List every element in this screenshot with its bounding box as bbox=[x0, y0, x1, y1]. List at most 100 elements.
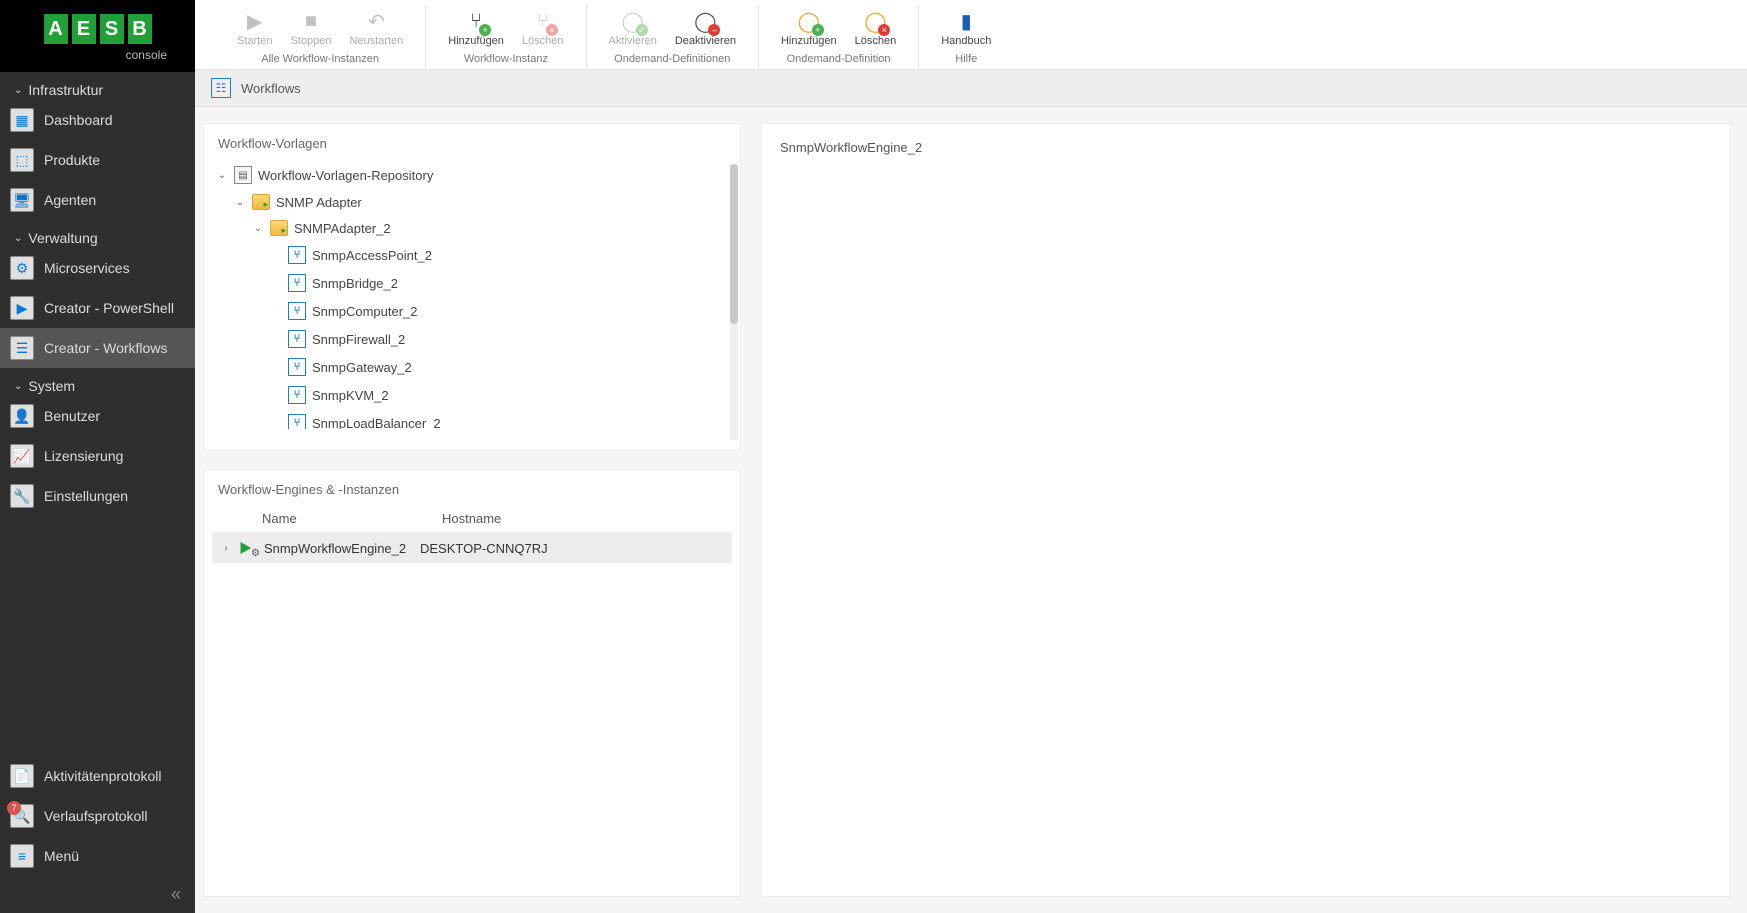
activate-defs-icon: ◯✓ bbox=[620, 8, 646, 34]
add-def-icon: ◯+ bbox=[796, 8, 822, 34]
menu-icon: ≡ bbox=[10, 844, 34, 868]
tree-folder-snmp-adapter[interactable]: ⌄ SNMP Adapter bbox=[212, 189, 732, 215]
stop-all-button: ■Stoppen bbox=[282, 6, 339, 49]
ribbon-group: ⑂+Hinzufügen⑂×LöschenWorkflow-Instanz bbox=[426, 4, 586, 69]
tree-leaf-SnmpComputer_2[interactable]: ⑂SnmpComputer_2 bbox=[212, 297, 732, 325]
deactivate-defs-button[interactable]: ◯–Deaktivieren bbox=[667, 6, 744, 49]
templates-panel: Workflow-Vorlagen ⌄ ▤ Workflow-Vorlagen-Re… bbox=[203, 123, 741, 451]
creator-powershell-icon: ▶ bbox=[10, 296, 34, 320]
stop-all-icon: ■ bbox=[298, 8, 324, 34]
sidebar-item-label: Produkte bbox=[44, 152, 100, 168]
ribbon-label: Aktivieren bbox=[609, 35, 657, 47]
ribbon-group-label: Workflow-Instanz bbox=[440, 53, 571, 65]
gear-icon: ⚙ bbox=[251, 548, 260, 559]
breadcrumb: ☷ Workflows bbox=[195, 70, 1747, 107]
col-host: Hostname bbox=[442, 511, 501, 526]
dashboard-icon: ▦ bbox=[10, 108, 34, 132]
nav-section-infrastruktur[interactable]: ⌄Infrastruktur bbox=[0, 72, 195, 100]
tree-toggle-icon[interactable]: ⌄ bbox=[216, 170, 228, 181]
tree-label: SnmpBridge_2 bbox=[312, 276, 398, 291]
brand-subtitle: console bbox=[0, 48, 195, 62]
tree-label: SNMPAdapter_2 bbox=[294, 221, 391, 236]
tree-label: SnmpLoadBalancer_2 bbox=[312, 416, 441, 430]
repo-icon: ▤ bbox=[234, 166, 252, 184]
ribbon-group-label: Ondemand-Definitionen bbox=[601, 53, 744, 65]
delete-def-button[interactable]: ◯×Löschen bbox=[847, 6, 905, 49]
ribbon-label: Hinzufügen bbox=[448, 35, 504, 47]
tree-leaf-SnmpKVM_2[interactable]: ⑂ SnmpKVM_2 bbox=[212, 381, 732, 409]
sidebar-item-label: Microservices bbox=[44, 260, 130, 276]
ribbon-group: ▮HandbuchHilfe bbox=[919, 4, 1013, 69]
ribbon-group: ◯✓Aktivieren ◯–Deaktivieren Ondemand-Defin… bbox=[587, 4, 759, 69]
templates-tree: ⌄ ▤ Workflow-Vorlagen-Repository ⌄ SNMP Adap… bbox=[212, 161, 732, 429]
tree-leaf-SnmpAccessPoint_2[interactable]: ⑂SnmpAccessPoint_2 bbox=[212, 241, 732, 269]
sidebar-item-label: Creator - PowerShell bbox=[44, 300, 174, 316]
sidebar-item-dashboard[interactable]: ▦ Dashboard bbox=[0, 100, 195, 140]
sidebar-item-creator-powershell[interactable]: ▶ Creator - PowerShell bbox=[0, 288, 195, 328]
sidebar-item-agents[interactable]: 🖥Agenten bbox=[0, 180, 195, 220]
ribbon-label: Neustarten bbox=[349, 35, 403, 47]
folder-icon bbox=[270, 220, 288, 236]
tree-leaf-SnmpLoadBalancer_2[interactable]: ⑂ SnmpLoadBalancer_2 bbox=[212, 409, 732, 429]
start-all-icon: ▶ bbox=[242, 8, 268, 34]
workflow-icon: ⑂ bbox=[288, 414, 306, 429]
ribbon-label: Löschen bbox=[855, 35, 897, 47]
tree-folder-snmpadapter2[interactable]: ⌄ SNMPAdapter_2 bbox=[212, 215, 732, 241]
tree-label: SnmpKVM_2 bbox=[312, 388, 389, 403]
sidebar-item-history-log[interactable]: 🔍7Verlaufsprotokoll bbox=[0, 796, 195, 836]
engine-row[interactable]: ›⚙SnmpWorkflowEngine_2DESKTOP-CNNQ7RJ bbox=[212, 533, 732, 563]
sidebar-item-label: Menü bbox=[44, 848, 79, 864]
tree-leaf-SnmpBridge_2[interactable]: ⑂ SnmpBridge_2 bbox=[212, 269, 732, 297]
detail-title: SnmpWorkflowEngine_2 bbox=[770, 134, 1722, 161]
tree-leaf-SnmpFirewall_2[interactable]: ⑂SnmpFirewall_2 bbox=[212, 325, 732, 353]
expand-icon[interactable]: › bbox=[216, 543, 236, 554]
workflow-icon: ⑂ bbox=[288, 274, 306, 292]
tree-label: SnmpGateway_2 bbox=[312, 360, 412, 375]
engine-host: DESKTOP-CNNQ7RJ bbox=[420, 541, 548, 556]
templates-title: Workflow-Vorlagen bbox=[212, 134, 732, 161]
tree-label: SnmpFirewall_2 bbox=[312, 332, 405, 347]
users-icon: 👤 bbox=[10, 404, 34, 428]
add-def-button[interactable]: ◯+Hinzufügen bbox=[773, 6, 845, 49]
manual-button[interactable]: ▮Handbuch bbox=[933, 6, 999, 49]
nav-section-system[interactable]: ⌄System bbox=[0, 368, 195, 396]
sidebar-item-microservices[interactable]: ⚙ Microservices bbox=[0, 248, 195, 288]
agents-icon: 🖥 bbox=[10, 188, 34, 212]
activity-log-icon: 📄 bbox=[10, 764, 34, 788]
sidebar-item-licensing[interactable]: 📈Lizensierung bbox=[0, 436, 195, 476]
delete-instance-icon: ⑂× bbox=[530, 8, 556, 34]
sidebar-item-activity-log[interactable]: 📄 Aktivitätenprotokoll bbox=[0, 756, 195, 796]
collapse-sidebar-button[interactable]: « bbox=[0, 876, 195, 913]
sidebar-item-settings[interactable]: 🔧Einstellungen bbox=[0, 476, 195, 516]
add-instance-button[interactable]: ⑂+Hinzufügen bbox=[440, 6, 512, 49]
nav-section-verwaltung[interactable]: ⌄Verwaltung bbox=[0, 220, 195, 248]
ribbon-group: ◯+Hinzufügen◯×LöschenOndemand-Definition bbox=[759, 4, 919, 69]
tree-toggle-icon[interactable]: ⌄ bbox=[234, 197, 246, 208]
products-icon: ⬚ bbox=[10, 148, 34, 172]
ribbon-label: Deaktivieren bbox=[675, 35, 736, 47]
tree-label: Workflow-Vorlagen-Repository bbox=[258, 168, 433, 183]
sidebar-item-users[interactable]: 👤Benutzer bbox=[0, 396, 195, 436]
sidebar-item-label: Dashboard bbox=[44, 112, 113, 128]
sidebar-item-creator-workflows[interactable]: ☰Creator - Workflows bbox=[0, 328, 195, 368]
sidebar: A E S B console ⌄Infrastruktur ▦ Dashboard… bbox=[0, 0, 195, 913]
breadcrumb-label: Workflows bbox=[241, 81, 301, 96]
brand: A E S B console bbox=[0, 0, 195, 72]
tree-label: SNMP Adapter bbox=[276, 195, 362, 210]
sidebar-item-label: Verlaufsprotokoll bbox=[44, 808, 148, 824]
engines-title: Workflow-Engines & -Instanzen bbox=[212, 480, 732, 507]
tree-leaf-SnmpGateway_2[interactable]: ⑂SnmpGateway_2 bbox=[212, 353, 732, 381]
sidebar-item-products[interactable]: ⬚ Produkte bbox=[0, 140, 195, 180]
tree-scrollbar[interactable] bbox=[730, 164, 738, 440]
workflow-icon: ⑂ bbox=[288, 302, 306, 320]
workflow-icon: ⑂ bbox=[288, 386, 306, 404]
sidebar-item-label: Aktivitätenprotokoll bbox=[44, 768, 162, 784]
tree-root[interactable]: ⌄ ▤ Workflow-Vorlagen-Repository bbox=[212, 161, 732, 189]
ribbon-group-label: Alle Workflow-Instanzen bbox=[229, 53, 411, 65]
engines-header: Name Hostname bbox=[212, 507, 732, 533]
microservices-icon: ⚙ bbox=[10, 256, 34, 280]
col-name: Name bbox=[262, 511, 442, 526]
tree-toggle-icon[interactable]: ⌄ bbox=[252, 223, 264, 234]
start-all-button: ▶Starten bbox=[229, 6, 280, 49]
sidebar-item-menu[interactable]: ≡ Menü bbox=[0, 836, 195, 876]
